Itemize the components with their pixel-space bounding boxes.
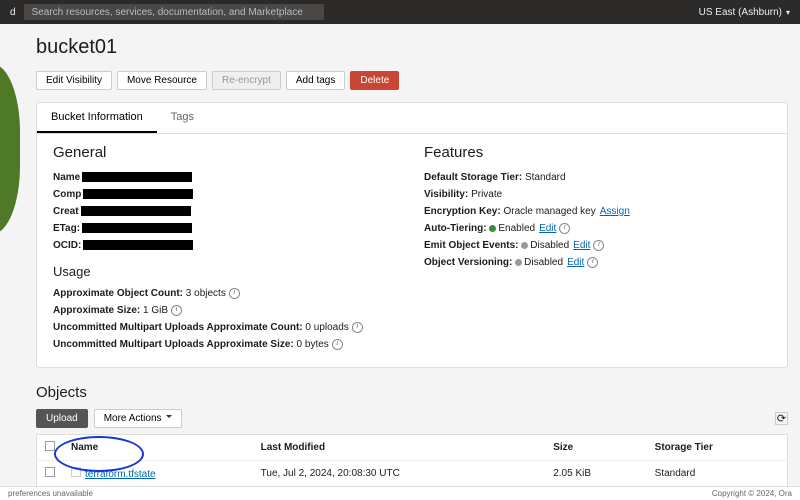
object-count-label: Approximate Object Count:: [53, 288, 183, 299]
status-dot-enabled-icon: [489, 225, 496, 232]
edit-link[interactable]: Edit: [573, 240, 590, 251]
file-icon: [71, 467, 81, 477]
info-icon[interactable]: i: [332, 339, 343, 350]
approximate-size-value: 1 GiB: [143, 305, 168, 316]
table-row: terraform.tfstate Tue, Jul 2, 2024, 20:0…: [37, 461, 788, 487]
redacted-value: [82, 172, 192, 182]
bucket-details-panel: Bucket Information Tags General Name Com…: [36, 102, 788, 368]
encryption-key-value: Oracle managed key: [503, 206, 595, 217]
edit-link[interactable]: Edit: [539, 223, 556, 234]
re-encrypt-button: Re-encrypt: [212, 71, 281, 90]
mpu-size-value: 0 bytes: [297, 339, 329, 350]
features-heading: Features: [424, 144, 771, 161]
compartment-label: Comp: [53, 189, 81, 200]
table-header-row: Name Last Modified Size Storage Tier: [37, 435, 788, 461]
approximate-size-label: Approximate Size:: [53, 305, 140, 316]
etag-label: ETag:: [53, 223, 80, 234]
redacted-value: [83, 189, 193, 199]
tab-bucket-information[interactable]: Bucket Information: [37, 103, 157, 133]
global-search-input[interactable]: [24, 4, 324, 20]
versioning-label: Object Versioning:: [424, 257, 512, 268]
edit-link[interactable]: Edit: [567, 257, 584, 268]
region-label: US East (Ashburn): [699, 7, 782, 18]
versioning-value: Disabled: [524, 257, 563, 268]
footer-copyright: Copyright © 2024, Ora: [712, 489, 792, 498]
footer-left-text: preferences unavailable: [8, 489, 93, 498]
visibility-value: Private: [471, 189, 502, 200]
storage-tier-label: Default Storage Tier:: [424, 172, 522, 183]
emit-events-value: Disabled: [530, 240, 569, 251]
redacted-value: [81, 206, 191, 216]
action-button-row: Edit Visibility Move Resource Re-encrypt…: [36, 71, 788, 90]
mpu-count-label: Uncommitted Multipart Uploads Approximat…: [53, 322, 303, 333]
refresh-icon[interactable]: ⟳: [775, 412, 788, 425]
redacted-value: [83, 240, 193, 250]
page-title: bucket01: [36, 36, 788, 59]
object-tier-value: Standard: [647, 461, 788, 487]
auto-tiering-value: Enabled: [498, 223, 535, 234]
namespace-label: Name: [53, 172, 80, 183]
region-selector[interactable]: US East (Ashburn) ▾: [699, 7, 790, 18]
more-actions-dropdown[interactable]: More Actions: [94, 409, 182, 428]
created-label: Creat: [53, 206, 79, 217]
info-icon[interactable]: i: [559, 223, 570, 234]
info-icon[interactable]: i: [587, 257, 598, 268]
general-heading: General: [53, 144, 400, 161]
delete-button[interactable]: Delete: [350, 71, 399, 90]
objects-heading: Objects: [36, 384, 788, 401]
status-dot-disabled-icon: [515, 259, 522, 266]
mpu-size-label: Uncommitted Multipart Uploads Approximat…: [53, 339, 294, 350]
chevron-down-icon: ▾: [786, 8, 790, 17]
column-storage-tier[interactable]: Storage Tier: [647, 435, 788, 461]
select-all-checkbox[interactable]: [45, 441, 55, 451]
upload-button[interactable]: Upload: [36, 409, 88, 428]
info-icon[interactable]: i: [352, 322, 363, 333]
objects-table: Name Last Modified Size Storage Tier ter…: [36, 434, 788, 486]
usage-heading: Usage: [53, 264, 400, 279]
column-size[interactable]: Size: [545, 435, 646, 461]
object-name-link[interactable]: terraform.tfstate: [85, 469, 156, 480]
tab-tags[interactable]: Tags: [157, 103, 208, 133]
status-dot-disabled-icon: [521, 242, 528, 249]
object-size-value: 2.05 KiB: [545, 461, 646, 487]
emit-events-label: Emit Object Events:: [424, 240, 518, 251]
object-count-value: 3 objects: [186, 288, 226, 299]
ocid-label: OCID:: [53, 240, 81, 251]
info-icon[interactable]: i: [593, 240, 604, 251]
encryption-key-label: Encryption Key:: [424, 206, 501, 217]
assign-link[interactable]: Assign: [600, 206, 630, 217]
storage-tier-value: Standard: [525, 172, 566, 183]
mpu-count-value: 0 uploads: [305, 322, 348, 333]
column-last-modified[interactable]: Last Modified: [253, 435, 546, 461]
top-navigation-bar: d US East (Ashburn) ▾: [0, 0, 800, 24]
visibility-label: Visibility:: [424, 189, 468, 200]
info-icon[interactable]: i: [171, 305, 182, 316]
edit-visibility-button[interactable]: Edit Visibility: [36, 71, 112, 90]
nav-badge: d: [10, 7, 16, 18]
row-checkbox[interactable]: [45, 467, 55, 477]
page-footer: preferences unavailable Copyright © 2024…: [0, 486, 800, 500]
auto-tiering-label: Auto-Tiering:: [424, 223, 487, 234]
column-name[interactable]: Name: [63, 435, 253, 461]
move-resource-button[interactable]: Move Resource: [117, 71, 207, 90]
object-modified-value: Tue, Jul 2, 2024, 20:08:30 UTC: [253, 461, 546, 487]
redacted-value: [82, 223, 192, 233]
add-tags-button[interactable]: Add tags: [286, 71, 345, 90]
info-icon[interactable]: i: [229, 288, 240, 299]
